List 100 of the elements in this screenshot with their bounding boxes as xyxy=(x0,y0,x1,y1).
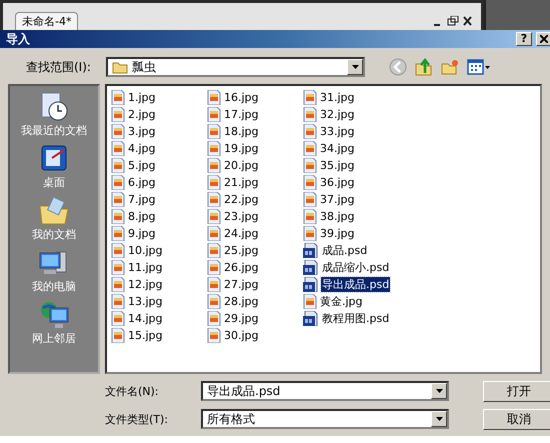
view-menu-button[interactable] xyxy=(467,59,491,75)
image-file-icon xyxy=(207,90,221,105)
file-item[interactable]: 成品.psd xyxy=(321,243,368,258)
image-file-icon xyxy=(303,158,317,173)
file-item[interactable]: 7.jpg xyxy=(127,193,157,206)
image-file-icon xyxy=(303,141,317,156)
file-item[interactable]: 1.jpg xyxy=(127,91,157,104)
dropdown-button[interactable] xyxy=(431,411,447,427)
file-item[interactable]: 12.jpg xyxy=(127,278,164,291)
window-controls-icon xyxy=(433,16,473,26)
image-file-icon xyxy=(207,260,221,275)
file-item[interactable]: 教程用图.psd xyxy=(321,311,390,326)
file-item[interactable]: 31.jpg xyxy=(319,91,356,104)
image-file-icon xyxy=(111,294,125,309)
file-item[interactable]: 24.jpg xyxy=(223,227,260,240)
file-type-label: 文件类型(T): xyxy=(105,412,170,426)
image-file-icon xyxy=(303,209,317,224)
file-item[interactable]: 25.jpg xyxy=(223,244,260,257)
file-type-dropdown[interactable]: 所有格式 xyxy=(201,409,449,429)
file-item[interactable]: 成品缩小.psd xyxy=(321,260,390,275)
file-item[interactable]: 19.jpg xyxy=(223,142,260,155)
file-item[interactable]: 21.jpg xyxy=(223,176,260,189)
file-item[interactable]: 8.jpg xyxy=(127,210,157,223)
file-item[interactable]: 26.jpg xyxy=(223,261,260,274)
up-folder-button[interactable] xyxy=(415,58,433,76)
open-button[interactable]: 打开 xyxy=(483,380,550,402)
places-item[interactable]: 网上邻居 xyxy=(32,300,76,346)
file-item[interactable]: 37.jpg xyxy=(319,193,356,206)
file-item[interactable]: 34.jpg xyxy=(319,142,356,155)
look-in-dropdown[interactable]: 瓢虫 xyxy=(106,57,365,77)
image-file-icon xyxy=(111,209,125,224)
cancel-button[interactable]: 取消 xyxy=(483,408,550,430)
photoshop-file-icon xyxy=(303,243,319,258)
places-item[interactable]: 我最近的文档 xyxy=(21,92,87,138)
file-item[interactable]: 30.jpg xyxy=(223,329,260,342)
file-item[interactable]: 32.jpg xyxy=(319,108,356,121)
places-item[interactable]: 桌面 xyxy=(38,144,70,190)
image-file-icon xyxy=(207,175,221,190)
file-item[interactable]: 17.jpg xyxy=(223,108,260,121)
file-item[interactable]: 导出成品.psd xyxy=(321,277,390,292)
document-tab[interactable]: 未命名-4* xyxy=(15,12,78,30)
file-item[interactable]: 36.jpg xyxy=(319,176,356,189)
image-file-icon xyxy=(303,175,317,190)
file-item[interactable]: 23.jpg xyxy=(223,210,260,223)
file-item[interactable]: 15.jpg xyxy=(127,329,164,342)
places-item[interactable]: 我的文档 xyxy=(32,196,76,242)
back-button[interactable] xyxy=(389,58,407,76)
close-button[interactable] xyxy=(536,32,550,46)
dropdown-button[interactable] xyxy=(431,383,447,399)
close-icon xyxy=(540,35,548,43)
image-file-icon xyxy=(303,124,317,139)
folder-up-arrow-icon xyxy=(415,58,433,76)
file-name-label: 文件名(N): xyxy=(105,384,160,398)
file-item[interactable]: 33.jpg xyxy=(319,125,356,138)
file-item[interactable]: 39.jpg xyxy=(319,227,356,240)
view-grid-icon xyxy=(467,59,491,75)
file-item[interactable]: 16.jpg xyxy=(223,91,260,104)
file-item[interactable]: 3.jpg xyxy=(127,125,157,138)
file-item[interactable]: 6.jpg xyxy=(127,176,157,189)
image-file-icon xyxy=(111,226,125,241)
file-item[interactable]: 5.jpg xyxy=(127,159,157,172)
window-title: 导入 xyxy=(6,30,31,48)
help-button[interactable]: ? xyxy=(516,32,532,46)
image-file-icon xyxy=(111,141,125,156)
file-name-field[interactable]: 导出成品.psd xyxy=(201,381,449,401)
image-file-icon xyxy=(207,158,221,173)
file-item[interactable]: 28.jpg xyxy=(223,295,260,308)
file-item[interactable]: 11.jpg xyxy=(127,261,164,274)
image-file-icon xyxy=(111,260,125,275)
file-item[interactable]: 38.jpg xyxy=(319,210,356,223)
file-item[interactable]: 27.jpg xyxy=(223,278,260,291)
file-item[interactable]: 35.jpg xyxy=(319,159,356,172)
folder-icon xyxy=(112,60,128,74)
image-file-icon xyxy=(303,294,317,309)
file-item[interactable]: 9.jpg xyxy=(127,227,157,240)
file-item[interactable]: 18.jpg xyxy=(223,125,260,138)
file-item[interactable]: 29.jpg xyxy=(223,312,260,325)
file-item[interactable]: 13.jpg xyxy=(127,295,164,308)
look-in-label: 查找范围(I): xyxy=(25,58,92,76)
photoshop-file-icon xyxy=(303,277,319,292)
caret-icon xyxy=(436,389,442,393)
image-file-icon xyxy=(207,328,221,343)
image-file-icon xyxy=(207,243,221,258)
file-item[interactable]: 22.jpg xyxy=(223,193,260,206)
image-file-icon xyxy=(303,90,317,105)
image-file-icon xyxy=(207,209,221,224)
file-item[interactable]: 2.jpg xyxy=(127,108,157,121)
image-file-icon xyxy=(111,107,125,122)
file-item[interactable]: 20.jpg xyxy=(223,159,260,172)
file-item[interactable]: 14.jpg xyxy=(127,312,164,325)
file-item[interactable]: 黄金.jpg xyxy=(319,294,364,309)
network-computer-icon xyxy=(38,300,70,330)
file-item[interactable]: 10.jpg xyxy=(127,244,164,257)
places-item[interactable]: 我的电脑 xyxy=(32,248,76,294)
dropdown-button[interactable] xyxy=(347,59,363,75)
caret-icon xyxy=(352,65,358,69)
file-item[interactable]: 4.jpg xyxy=(127,142,157,155)
caret-icon xyxy=(436,417,442,421)
photoshop-file-icon xyxy=(303,311,319,326)
image-file-icon xyxy=(207,107,221,122)
